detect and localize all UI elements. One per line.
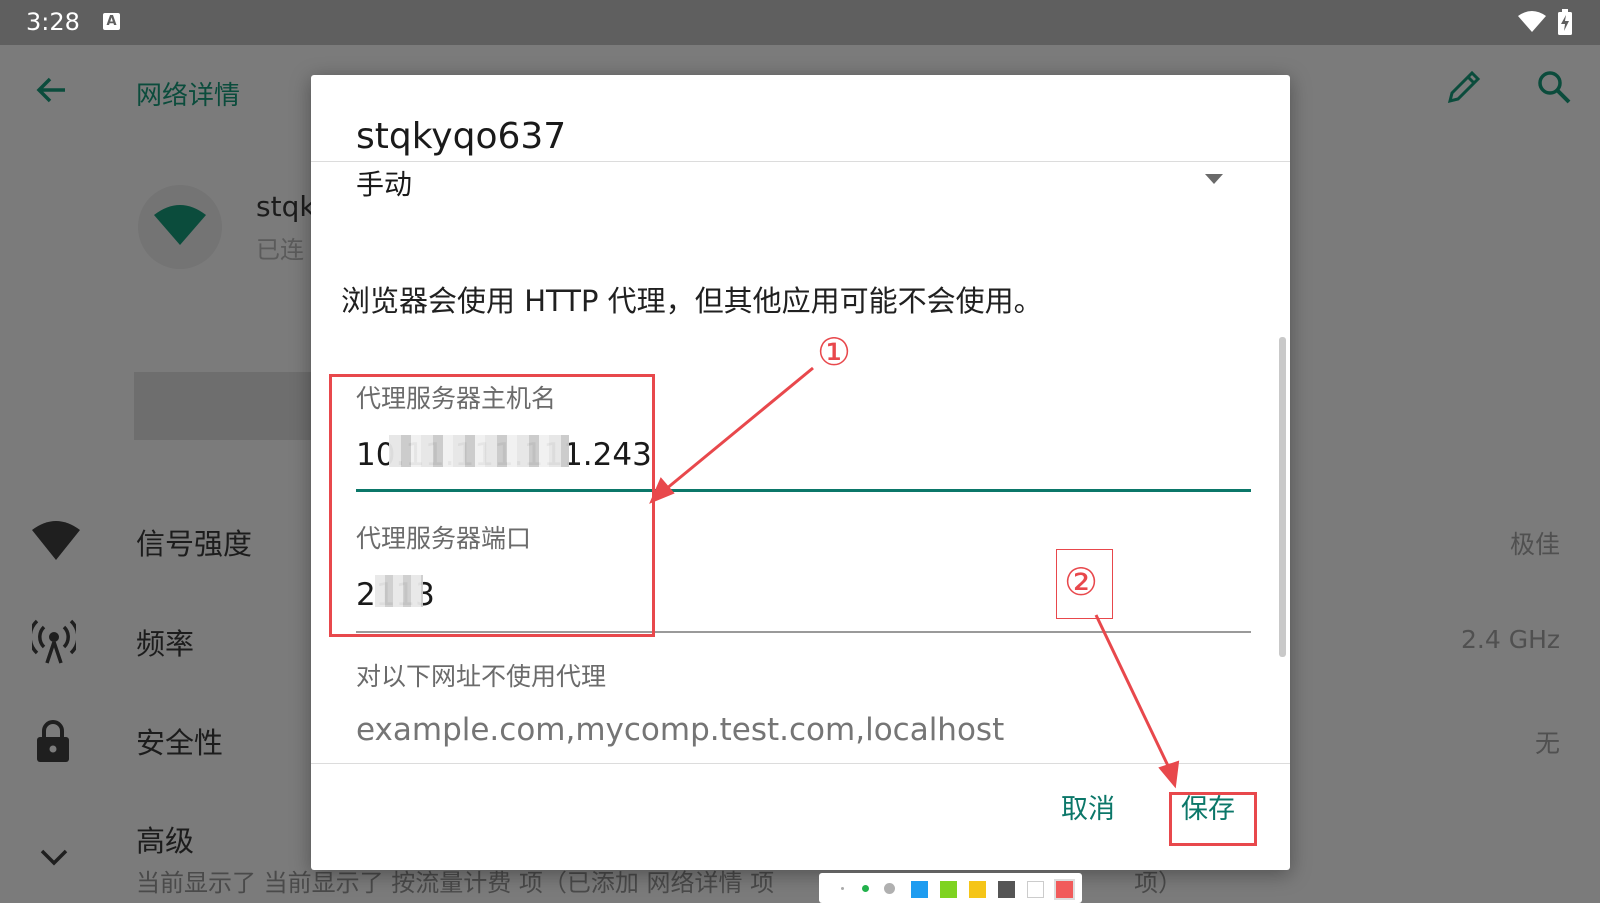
palette-swatch[interactable] — [940, 881, 957, 898]
color-palette-toolbar — [819, 873, 1082, 903]
annotation-arrows — [649, 366, 1180, 789]
palette-swatch[interactable] — [998, 881, 1015, 898]
palette-swatch-selected[interactable] — [1054, 879, 1075, 900]
palette-dot[interactable] — [862, 885, 869, 892]
palette-swatch[interactable] — [969, 881, 986, 898]
palette-dot[interactable] — [841, 887, 844, 890]
palette-swatch[interactable] — [911, 881, 928, 898]
palette-dot[interactable] — [884, 883, 895, 894]
palette-swatch[interactable] — [1027, 881, 1044, 898]
